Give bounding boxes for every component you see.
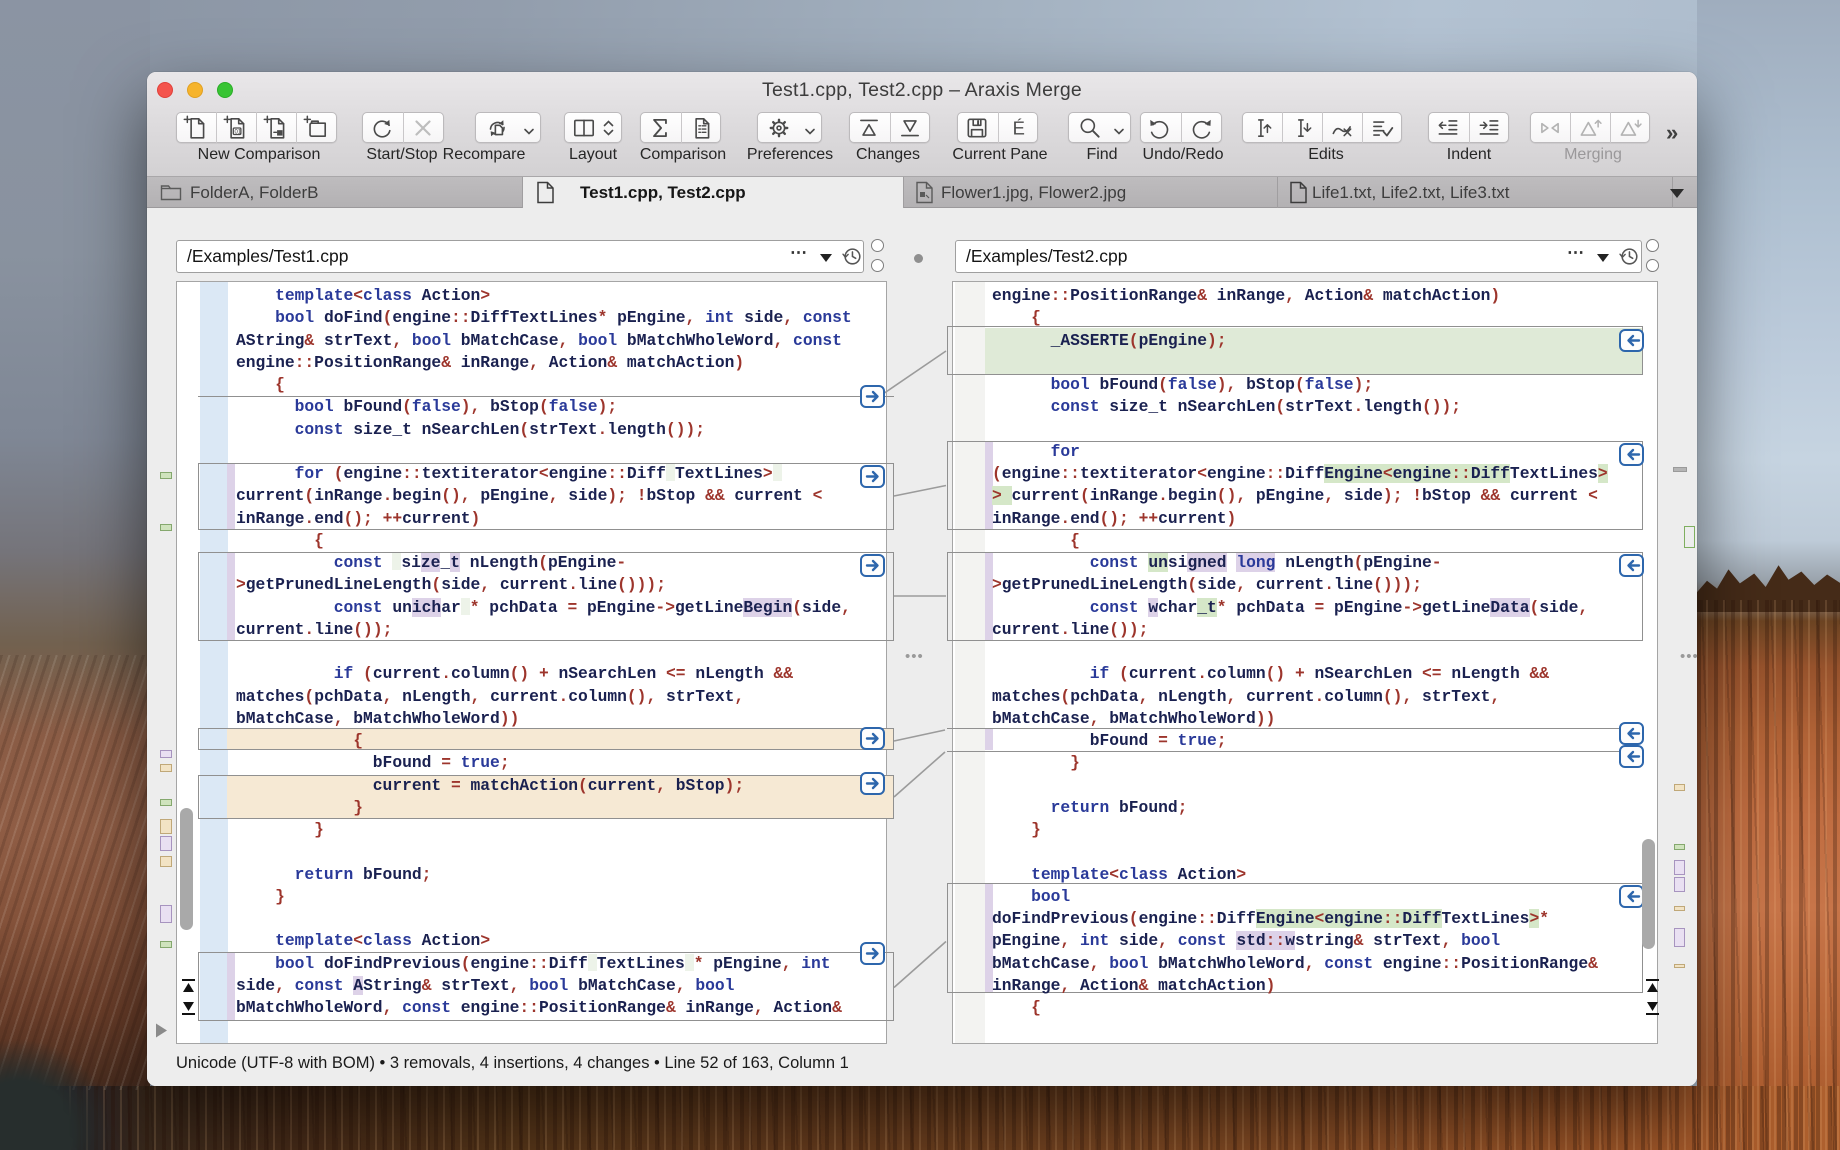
svg-text:É: É [1013,118,1025,139]
svg-text:01: 01 [234,129,241,135]
